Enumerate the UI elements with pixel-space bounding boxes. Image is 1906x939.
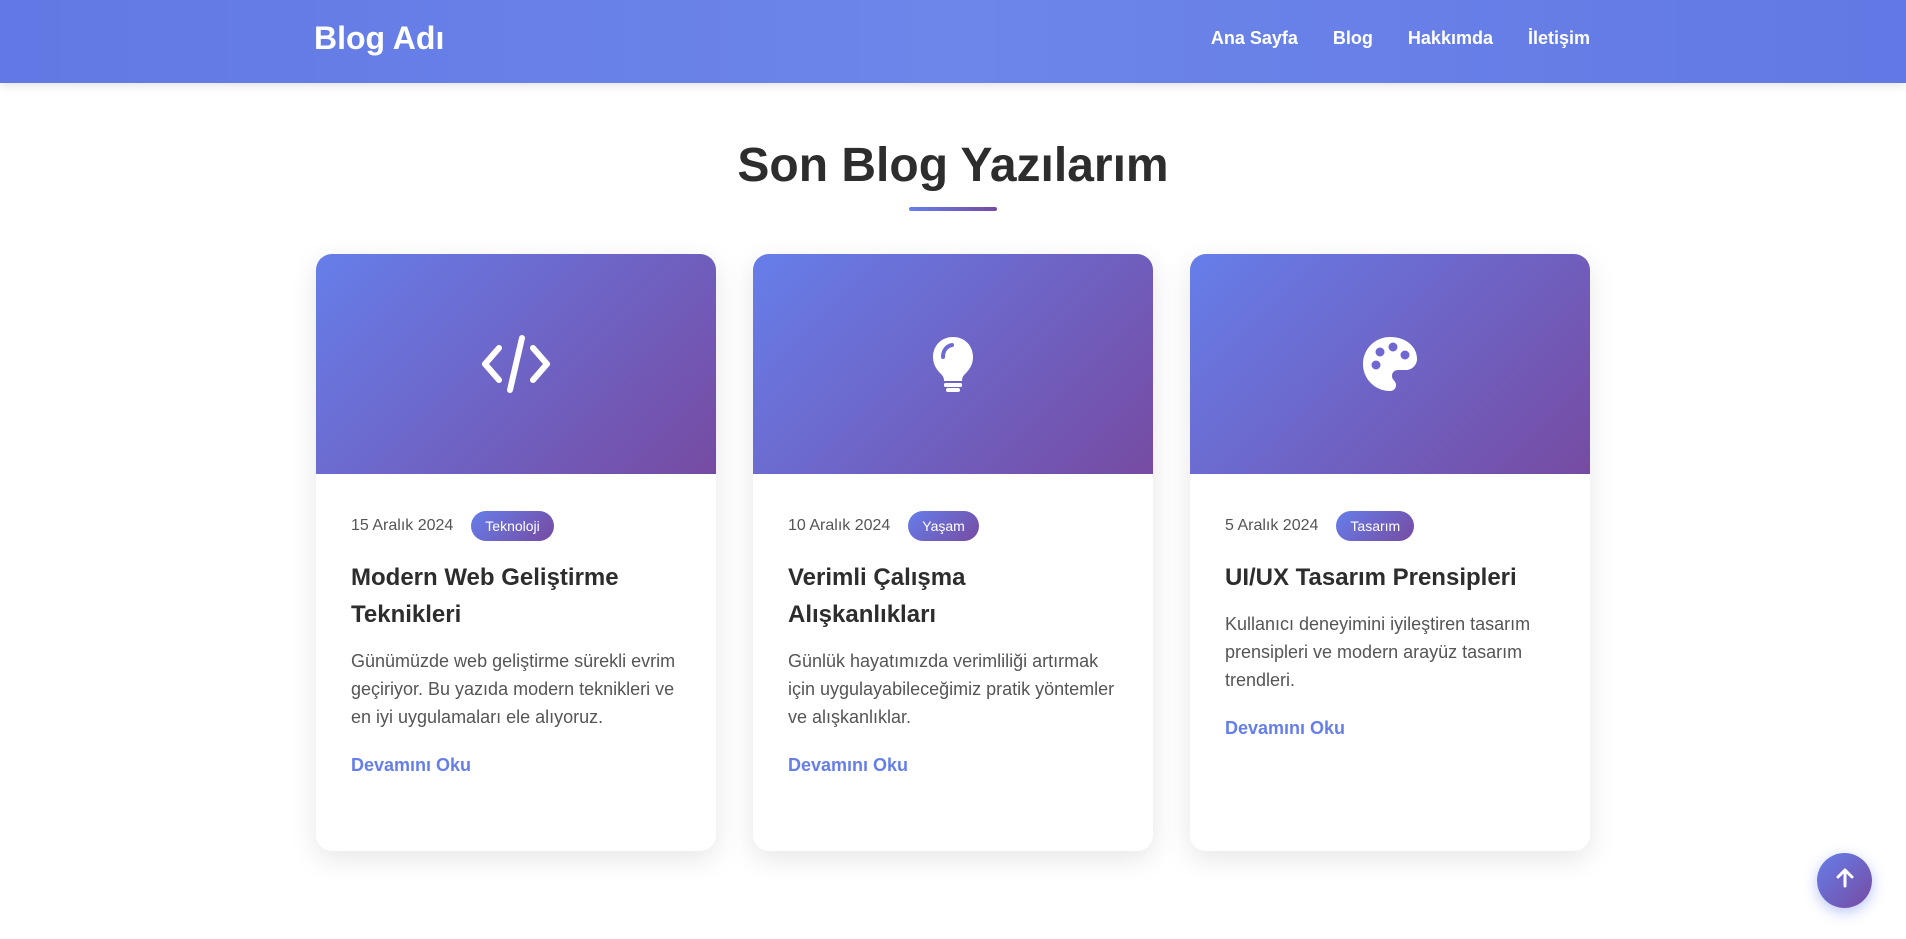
main-nav: Ana Sayfa Blog Hakkımda İletişim (1211, 28, 1590, 49)
brand-logo[interactable]: Blog Adı (314, 20, 444, 57)
blog-card: 5 Aralık 2024 Tasarım UI/UX Tasarım Pren… (1190, 254, 1590, 851)
nav-link-blog[interactable]: Blog (1333, 28, 1373, 49)
post-date: 10 Aralık 2024 (788, 517, 891, 534)
post-date: 5 Aralık 2024 (1225, 517, 1319, 534)
card-image (753, 254, 1153, 474)
nav-link-about[interactable]: Hakkımda (1408, 28, 1493, 49)
section-title: Son Blog Yazılarım (737, 139, 1169, 192)
code-icon (481, 334, 551, 394)
category-tag[interactable]: Teknoloji (471, 511, 554, 541)
card-image (316, 254, 716, 474)
post-excerpt: Günümüzde web geliştirme sürekli evrim g… (351, 651, 676, 727)
read-more-link[interactable]: Devamını Oku (351, 755, 471, 776)
post-title[interactable]: Verimli Çalışma Alışkanlıkları (788, 559, 1118, 633)
lightbulb-icon (931, 335, 975, 393)
card-image (1190, 254, 1590, 474)
post-date: 15 Aralık 2024 (351, 517, 454, 534)
nav-link-home[interactable]: Ana Sayfa (1211, 28, 1298, 49)
blog-card: 15 Aralık 2024 Teknoloji Modern Web Geli… (316, 254, 716, 851)
read-more-link[interactable]: Devamını Oku (788, 755, 908, 776)
blog-card: 10 Aralık 2024 Yaşam Verimli Çalışma Alı… (753, 254, 1153, 851)
post-title[interactable]: Modern Web Geliştirme Teknikleri (351, 559, 681, 633)
arrow-up-icon (1834, 867, 1856, 894)
post-excerpt: Günlük hayatımızda verimliliği artırmak … (788, 651, 1115, 727)
scroll-to-top-button[interactable] (1817, 853, 1872, 908)
nav-link-contact[interactable]: İletişim (1528, 28, 1590, 49)
post-title[interactable]: UI/UX Tasarım Prensipleri (1225, 559, 1555, 596)
palette-icon (1361, 335, 1419, 393)
read-more-link[interactable]: Devamını Oku (1225, 718, 1345, 739)
site-header: Blog Adı Ana Sayfa Blog Hakkımda İletişi… (0, 0, 1906, 83)
post-excerpt: Kullanıcı deneyimini iyileştiren tasarım… (1225, 614, 1531, 690)
category-tag[interactable]: Tasarım (1336, 511, 1415, 541)
title-underline (909, 207, 997, 211)
category-tag[interactable]: Yaşam (908, 511, 979, 541)
